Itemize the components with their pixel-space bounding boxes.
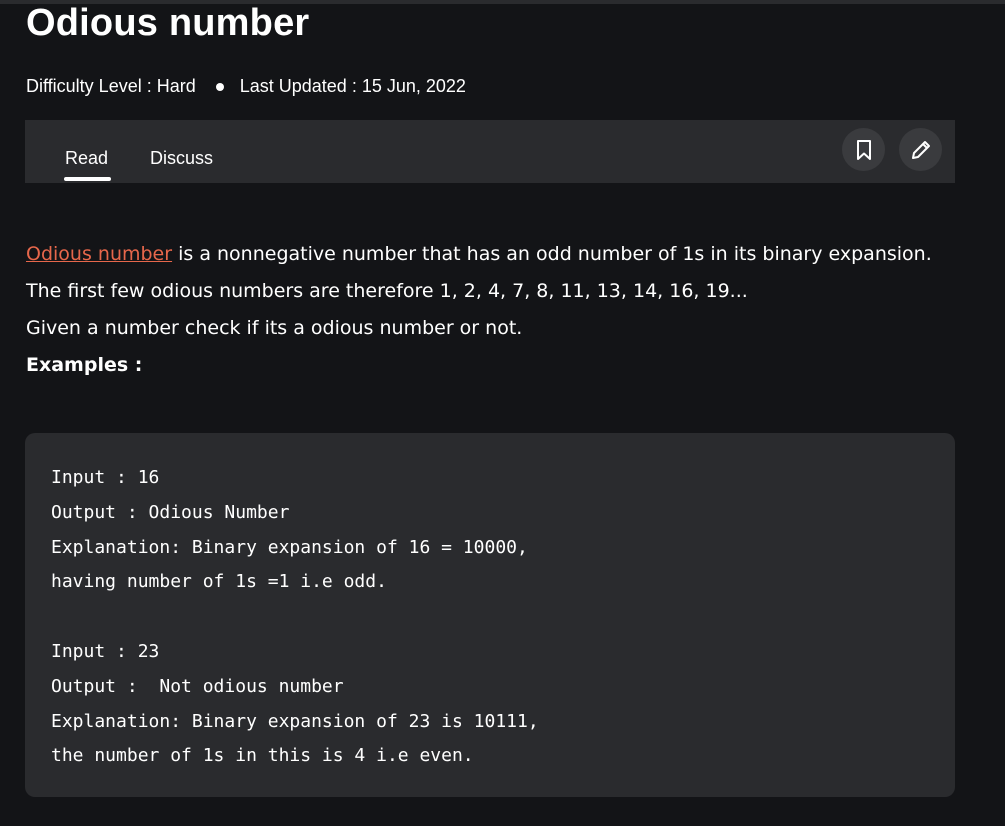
bookmark-icon [856, 139, 871, 160]
example-code-block: Input : 16 Output : Odious Number Explan… [25, 433, 955, 797]
code-text: Input : 16 Output : Odious Number Explan… [51, 461, 539, 774]
difficulty-level: Difficulty Level : Hard [26, 76, 196, 96]
code-line: Input : 16 [51, 467, 160, 488]
pencil-icon [911, 140, 930, 159]
article-meta: Difficulty Level : Hard Last Updated : 1… [26, 76, 466, 97]
article-body: Odious number is a nonnegative number th… [26, 236, 966, 384]
code-line: Output : Odious Number [51, 501, 290, 523]
code-line: having number of 1s =1 i.e odd. [51, 571, 387, 593]
bookmark-button[interactable] [842, 128, 885, 171]
sequence-text: The first few odious numbers are therefo… [26, 280, 748, 302]
intro-paragraph: Odious number is a nonnegative number th… [26, 236, 966, 273]
article-page: Odious number Difficulty Level : Hard La… [0, 0, 1005, 826]
page-title: Odious number [26, 2, 310, 44]
code-line: Output : Not odious number [51, 675, 344, 697]
intro-text: is a nonnegative number that has an odd … [172, 243, 932, 265]
examples-heading: Examples : [26, 354, 143, 376]
task-text: Given a number check if its a odious num… [26, 317, 523, 339]
article-tab-bar: Read Discuss [25, 120, 955, 183]
code-line: the number of 1s in this is 4 i.e even. [51, 745, 474, 767]
last-updated: Last Updated : 15 Jun, 2022 [239, 76, 466, 96]
code-line: Explanation: Binary expansion of 16 = 10… [51, 536, 528, 558]
tab-read[interactable]: Read [65, 148, 108, 169]
bullet-separator [215, 82, 224, 91]
odious-number-link[interactable]: Odious number [26, 243, 172, 265]
edit-button[interactable] [899, 128, 942, 171]
tab-discuss[interactable]: Discuss [150, 148, 213, 169]
code-line: Explanation: Binary expansion of 23 is 1… [51, 710, 539, 732]
code-line: Input : 23 [51, 640, 160, 662]
active-tab-indicator [64, 177, 111, 181]
